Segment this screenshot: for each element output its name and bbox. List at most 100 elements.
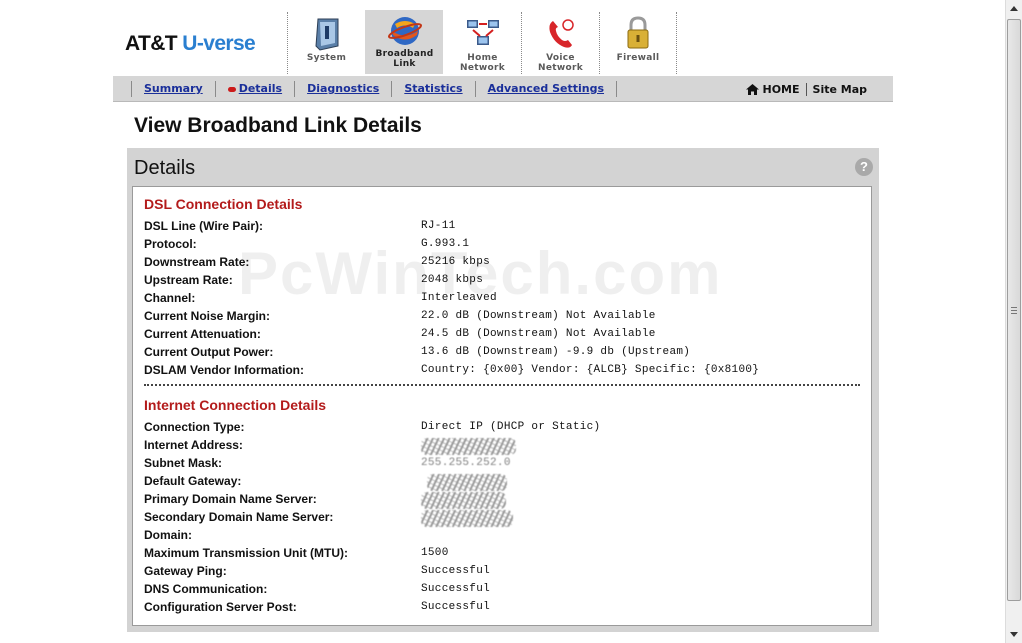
nav-label: Broadband [375, 49, 434, 59]
row-label: Domain: [144, 528, 192, 542]
row-label: Current Attenuation: [144, 327, 261, 341]
nav-tab-home-network[interactable]: Home Network [443, 12, 521, 74]
row-value: G.993.1 [421, 238, 470, 250]
padlock-icon [627, 16, 649, 49]
logo-att-text: AT&T [125, 32, 178, 55]
row-label: Internet Address: [144, 438, 243, 452]
link-label: Advanced Settings [487, 82, 605, 95]
nav-label-line2: Network [460, 63, 505, 73]
row-label: Gateway Ping: [144, 564, 227, 578]
redacted-value [427, 474, 507, 491]
row-value: RJ-11 [421, 220, 456, 232]
link-label: Details [238, 82, 283, 95]
nav-tab-firewall[interactable]: Firewall [599, 12, 677, 74]
redacted-value [421, 492, 506, 509]
home-link[interactable]: HOME [740, 83, 805, 96]
page-title: View Broadband Link Details [134, 114, 422, 137]
details-content: PcWinTech.com DSL Connection Details DSL… [132, 186, 872, 626]
main-nav: System Broadband Link Home Network Voice… [287, 10, 677, 74]
link-label: Summary [144, 82, 203, 95]
internet-row: Subnet Mask: 255.255.252.0 [144, 456, 864, 474]
row-value: 255.255.252.0 [421, 457, 511, 469]
home-icon [746, 83, 760, 95]
subnav-advanced-settings-link[interactable]: Advanced Settings [474, 81, 618, 97]
row-label: Protocol: [144, 237, 197, 251]
row-value: 1500 [421, 547, 449, 559]
internet-row: Configuration Server Post: Successful [144, 600, 864, 618]
nav-label-line2: Network [538, 63, 583, 73]
dsl-row: DSLAM Vendor Information: Country: {0x00}… [144, 363, 864, 381]
row-value: 22.0 dB (Downstream) Not Available [421, 310, 656, 322]
dsl-row: Upstream Rate: 2048 kbps [144, 273, 864, 291]
row-value: 25216 kbps [421, 256, 491, 268]
row-label: Downstream Rate: [144, 255, 250, 269]
dsl-row: Current Output Power: 13.6 dB (Downstream… [144, 345, 864, 363]
internet-row: Maximum Transmission Unit (MTU): 1500 [144, 546, 864, 564]
row-value: Direct IP (DHCP or Static) [421, 421, 601, 433]
internet-row: Gateway Ping: Successful [144, 564, 864, 582]
internet-row: Domain: [144, 528, 864, 546]
dsl-section-title: DSL Connection Details [144, 196, 303, 212]
active-indicator-icon [227, 86, 236, 92]
row-label: Maximum Transmission Unit (MTU): [144, 546, 349, 560]
row-label: Connection Type: [144, 420, 245, 434]
help-icon[interactable]: ? [855, 158, 873, 176]
redacted-value [421, 510, 513, 527]
row-label: Channel: [144, 291, 196, 305]
dsl-row: DSL Line (Wire Pair): RJ-11 [144, 219, 864, 237]
details-panel: Details ? PcWinTech.com DSL Connection D… [127, 148, 879, 632]
internet-section-title: Internet Connection Details [144, 397, 327, 413]
nav-label: Voice [546, 53, 575, 63]
subnav-summary-link[interactable]: Summary [131, 81, 215, 97]
nav-label: Home [467, 53, 498, 63]
scroll-up-arrow-icon[interactable] [1006, 0, 1022, 16]
subnav-details-link[interactable]: Details [214, 81, 294, 97]
nav-label: System [306, 53, 347, 63]
dsl-row: Channel: Interleaved [144, 291, 864, 309]
sub-navigation-bar: Summary Details Diagnostics Statistics A… [113, 76, 893, 102]
telephone-icon [548, 19, 574, 48]
row-label: Default Gateway: [144, 474, 242, 488]
nav-label: Firewall [616, 53, 660, 63]
internet-row: Connection Type: Direct IP (DHCP or Stati… [144, 420, 864, 438]
row-label: DNS Communication: [144, 582, 268, 596]
dsl-row: Current Noise Margin: 22.0 dB (Downstream… [144, 309, 864, 327]
row-label: Configuration Server Post: [144, 600, 297, 614]
panel-title: Details [134, 157, 196, 179]
grip-icon [1011, 307, 1017, 314]
subnav-diagnostics-link[interactable]: Diagnostics [294, 81, 391, 97]
row-value: Successful [421, 565, 491, 577]
row-value: Successful [421, 583, 491, 595]
row-value: Interleaved [421, 292, 497, 304]
row-label: Secondary Domain Name Server: [144, 510, 334, 524]
site-map-link[interactable]: Site Map [805, 82, 873, 96]
internet-row: Primary Domain Name Server: [144, 492, 864, 510]
internet-row: Internet Address: [144, 438, 864, 456]
system-icon [314, 18, 338, 51]
row-label: Upstream Rate: [144, 273, 233, 287]
nav-tab-system[interactable]: System [287, 12, 365, 74]
link-label: Statistics [404, 82, 463, 95]
vertical-scrollbar[interactable] [1005, 0, 1022, 643]
row-label: DSL Line (Wire Pair): [144, 219, 264, 233]
subnav-statistics-link[interactable]: Statistics [391, 81, 474, 97]
row-value: Country: {0x00} Vendor: {ALCB} Specific:… [421, 364, 760, 376]
row-label: Subnet Mask: [144, 456, 223, 470]
row-value: 2048 kbps [421, 274, 484, 286]
row-value: 24.5 dB (Downstream) Not Available [421, 328, 656, 340]
row-value: 13.6 dB (Downstream) -9.9 db (Upstream) [421, 346, 691, 358]
scrollbar-thumb[interactable] [1007, 19, 1021, 601]
home-network-icon [466, 20, 499, 45]
section-divider [144, 384, 860, 386]
scroll-down-arrow-icon[interactable] [1006, 627, 1022, 643]
nav-tab-voice-network[interactable]: Voice Network [521, 12, 599, 74]
link-label: Diagnostics [307, 82, 380, 95]
broadband-globe-icon [387, 17, 422, 45]
dsl-row: Downstream Rate: 25216 kbps [144, 255, 864, 273]
site-map-label: Site Map [812, 82, 867, 96]
nav-label-line2: Link [393, 59, 416, 69]
nav-tab-broadband-link[interactable]: Broadband Link [365, 10, 443, 74]
home-label: HOME [762, 82, 800, 96]
dsl-row: Current Attenuation: 24.5 dB (Downstream)… [144, 327, 864, 345]
row-label: Primary Domain Name Server: [144, 492, 317, 506]
